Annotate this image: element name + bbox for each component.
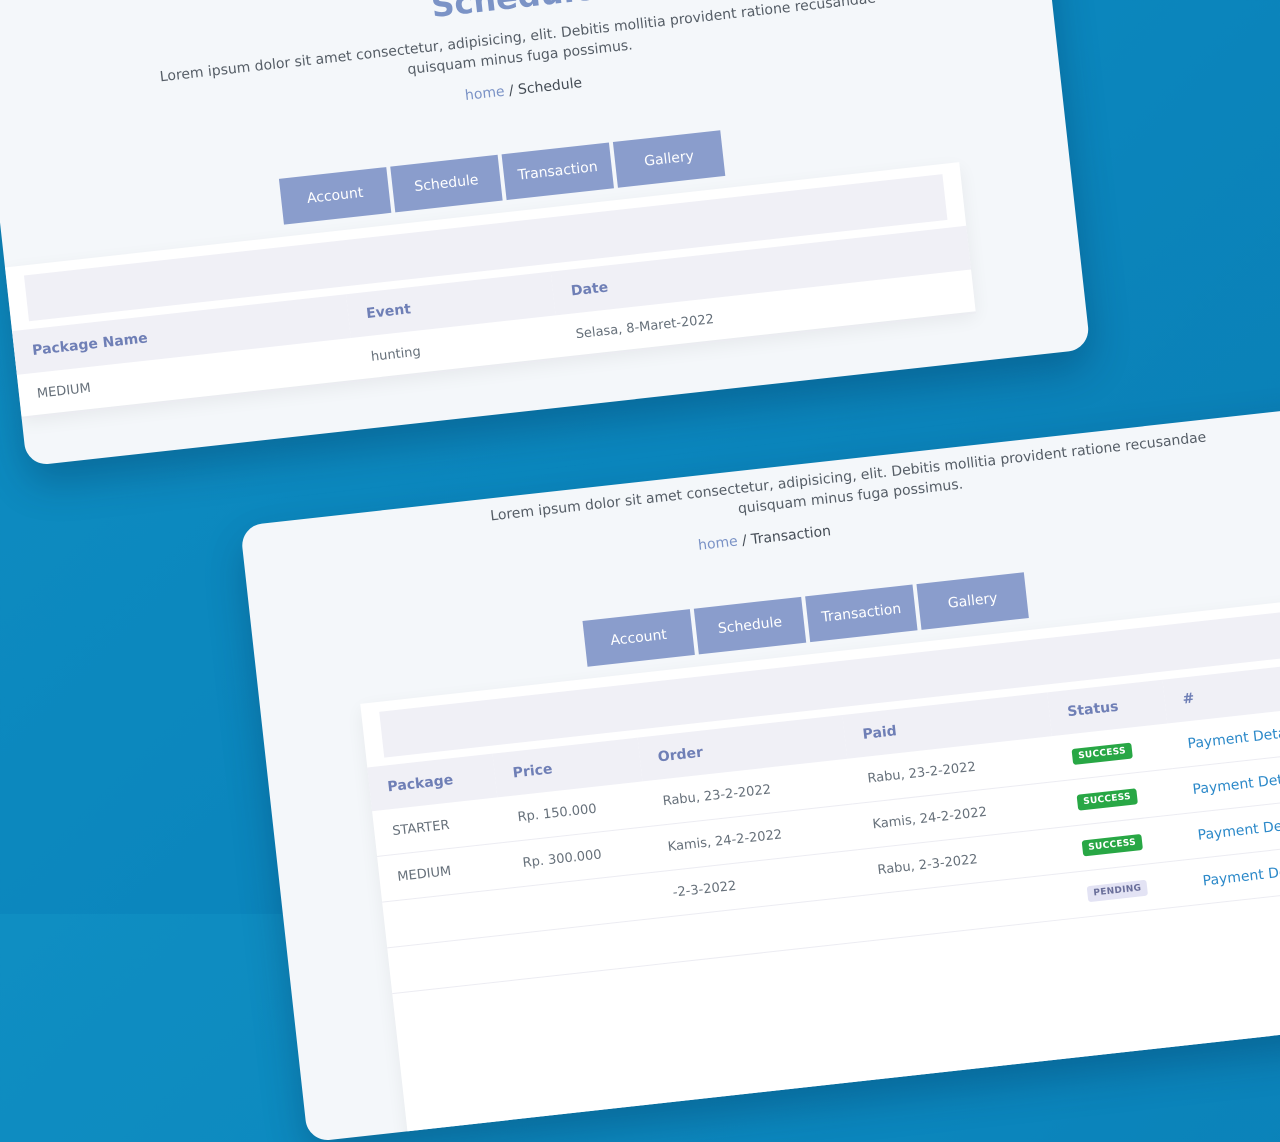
breadcrumb-home-link[interactable]: home — [697, 534, 738, 554]
breadcrumb-home-link[interactable]: home — [464, 84, 505, 104]
tab-transaction[interactable]: Transaction — [501, 142, 614, 201]
tab-account[interactable]: Account — [582, 609, 695, 667]
transaction-table-card: Package Price Order Paid Status # STARTE… — [360, 594, 1280, 1142]
tab-gallery[interactable]: Gallery — [612, 130, 726, 188]
payment-detail-link[interactable]: Payment Detail — [1187, 724, 1280, 752]
status-badge: PENDING — [1086, 879, 1149, 903]
payment-detail-link[interactable]: Payment Detail — [1197, 816, 1280, 844]
payment-detail-link[interactable]: Payment Detail — [1192, 770, 1280, 798]
payment-detail-link[interactable]: Payment Detail — [1202, 861, 1280, 889]
tab-account[interactable]: Account — [278, 167, 392, 225]
tab-schedule[interactable]: Schedule — [693, 596, 807, 655]
tab-schedule[interactable]: Schedule — [390, 154, 503, 213]
schedule-panel: Schedule Lorem ipsum dolor sit amet cons… — [0, 0, 1091, 467]
status-badge: SUCCESS — [1076, 788, 1138, 811]
transaction-panel: Transaction List Lorem ipsum dolor sit a… — [240, 403, 1280, 1142]
tab-gallery[interactable]: Gallery — [916, 572, 1029, 630]
breadcrumb-current: Transaction — [750, 523, 832, 548]
status-badge: SUCCESS — [1071, 742, 1133, 766]
tab-transaction[interactable]: Transaction — [805, 584, 918, 643]
status-badge: SUCCESS — [1081, 833, 1143, 857]
breadcrumb-current: Schedule — [517, 75, 583, 99]
